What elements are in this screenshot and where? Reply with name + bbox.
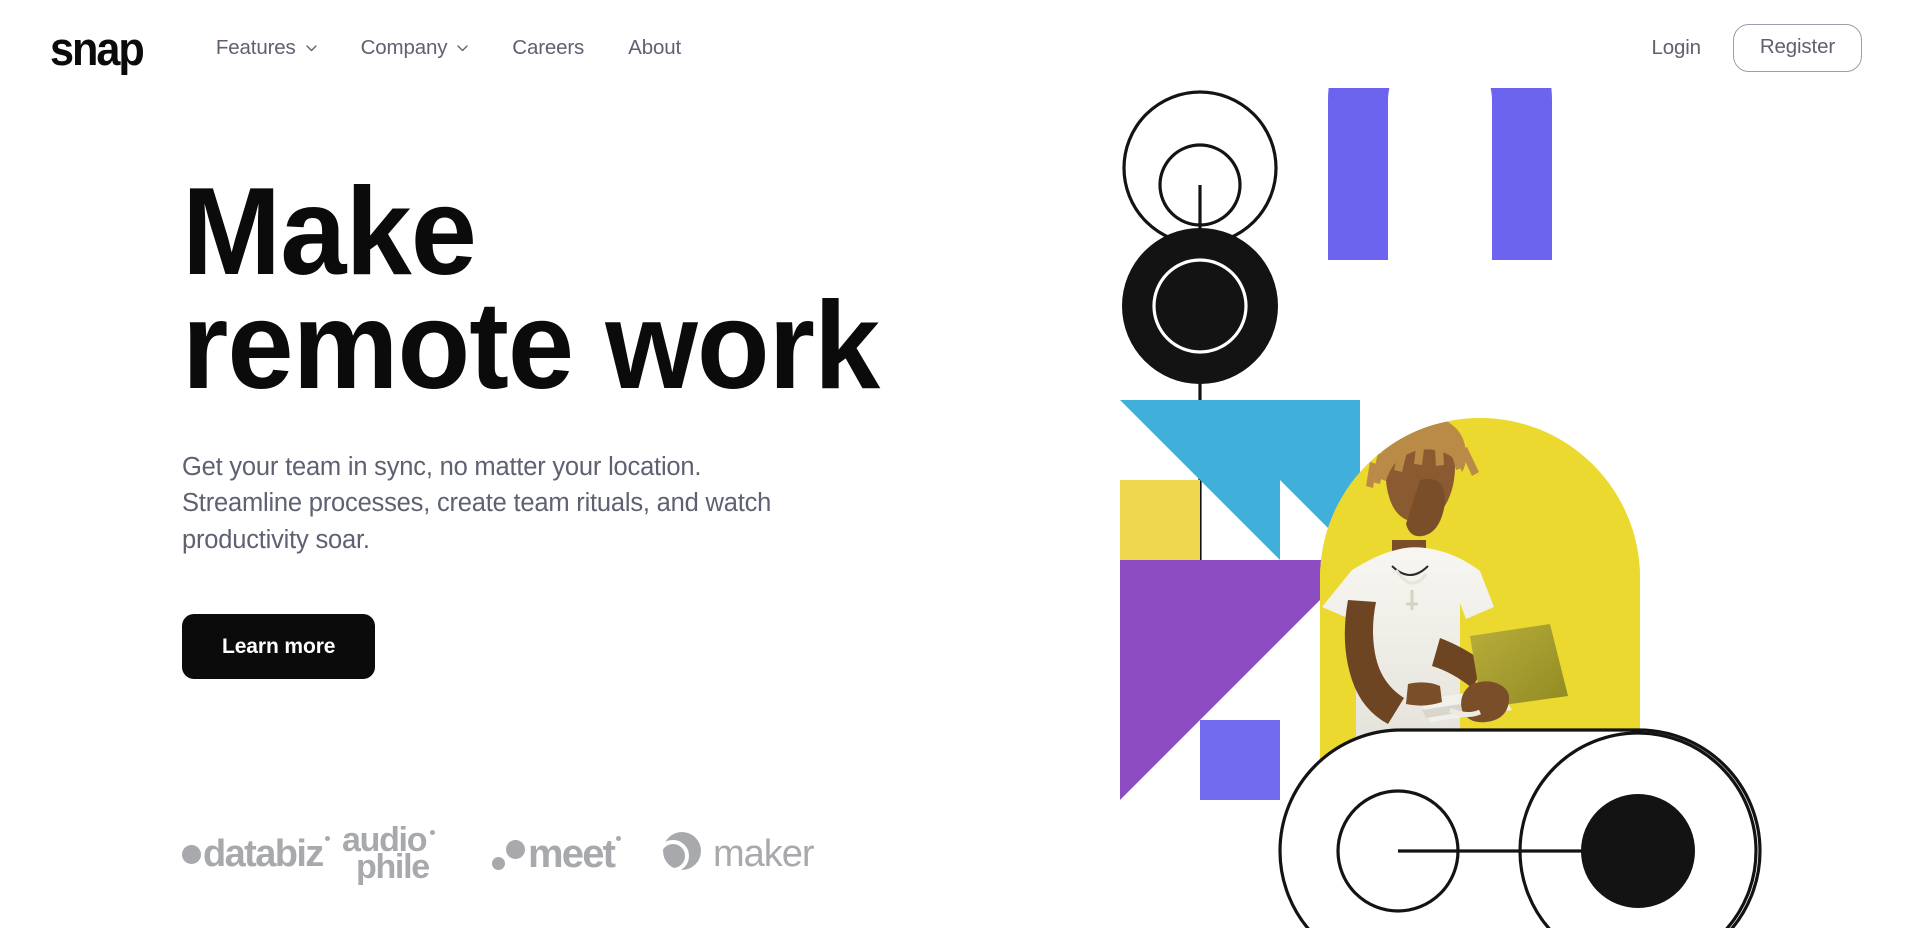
page-title: Make remote work [182,163,880,416]
blue-violet-square [1200,720,1280,800]
main-navigation: Features Company Careers About [215,35,681,59]
audiophile-tick-icon [429,830,435,836]
toggle-filled-dot [1581,794,1695,908]
nav-item-about[interactable]: About [628,35,681,59]
databiz-dot-icon [182,844,201,864]
maker-label: maker [713,833,815,875]
nav-item-features[interactable]: Features [215,35,317,59]
meet-tick-icon [616,836,622,841]
hero-content: Make remote work Get your team in sync, … [182,163,942,679]
maker-circle-ring-icon [657,832,701,876]
databiz-tick-icon [324,836,330,841]
meet-dots-icon [492,836,528,872]
nav-item-label: About [628,35,681,59]
chevron-down-icon [457,44,468,52]
brand-logo[interactable]: snap [50,25,145,72]
chevron-down-icon [305,44,317,52]
landing-page: snap Features Company Careers About Logi… [0,0,1920,930]
nav-item-label: Careers [512,35,585,59]
nav-item-company[interactable]: Company [360,35,469,59]
register-button[interactable]: Register [1732,23,1862,73]
nav-item-label: Features [215,35,296,59]
hero-subtitle: Get your team in sync, no matter your lo… [182,453,772,554]
login-link[interactable]: Login [1651,37,1701,59]
periwinkle-arch [1328,88,1552,260]
filled-black-circle [1122,228,1278,384]
audiophile-label-bottom: phile [356,848,430,886]
account-actions: Login Register [1651,23,1870,73]
client-logo-audiophile: audio phile [342,824,492,886]
learn-more-button[interactable]: Learn more [182,613,376,679]
client-logo-meet: meet [492,826,657,882]
meet-label: meet [528,832,616,876]
yellow-square [1120,480,1200,560]
client-logo-strip: databiz audio phile meet maker [182,824,902,886]
site-header: snap Features Company Careers About Logi… [0,0,1920,96]
nav-item-careers[interactable]: Careers [512,35,585,59]
hero-graphic [1120,88,1920,928]
databiz-label: databiz [203,833,324,875]
audiophile-mark: audio phile [342,824,435,886]
nav-item-label: Company [360,35,448,59]
client-logo-databiz: databiz [182,826,342,882]
client-logo-maker: maker [657,826,817,882]
